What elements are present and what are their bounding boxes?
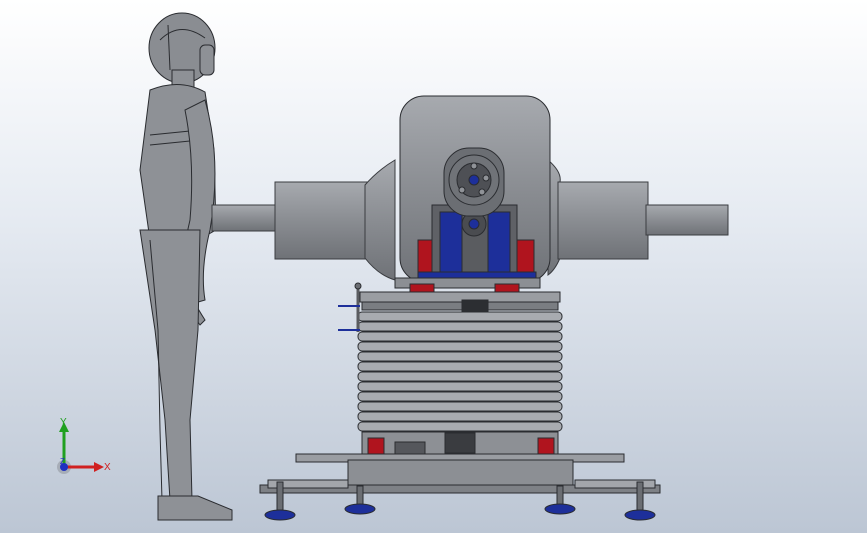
triad-x-arrow <box>94 462 104 472</box>
view-triad: Y X Z <box>57 417 111 474</box>
bellows-column <box>357 277 563 455</box>
human-figure <box>139 12 233 521</box>
left-shaft-assembly <box>211 159 396 281</box>
handwheel <box>338 282 362 332</box>
triad-z-label: Z <box>60 457 65 466</box>
graphics-viewport[interactable]: Y X Z <box>0 0 867 533</box>
cad-model-view[interactable]: Y X Z <box>0 0 867 533</box>
triad-x-label: X <box>104 462 111 473</box>
right-shaft-assembly <box>547 158 729 276</box>
head-housing <box>399 95 551 283</box>
base-frame <box>259 453 661 521</box>
triad-y-label: Y <box>60 417 67 428</box>
